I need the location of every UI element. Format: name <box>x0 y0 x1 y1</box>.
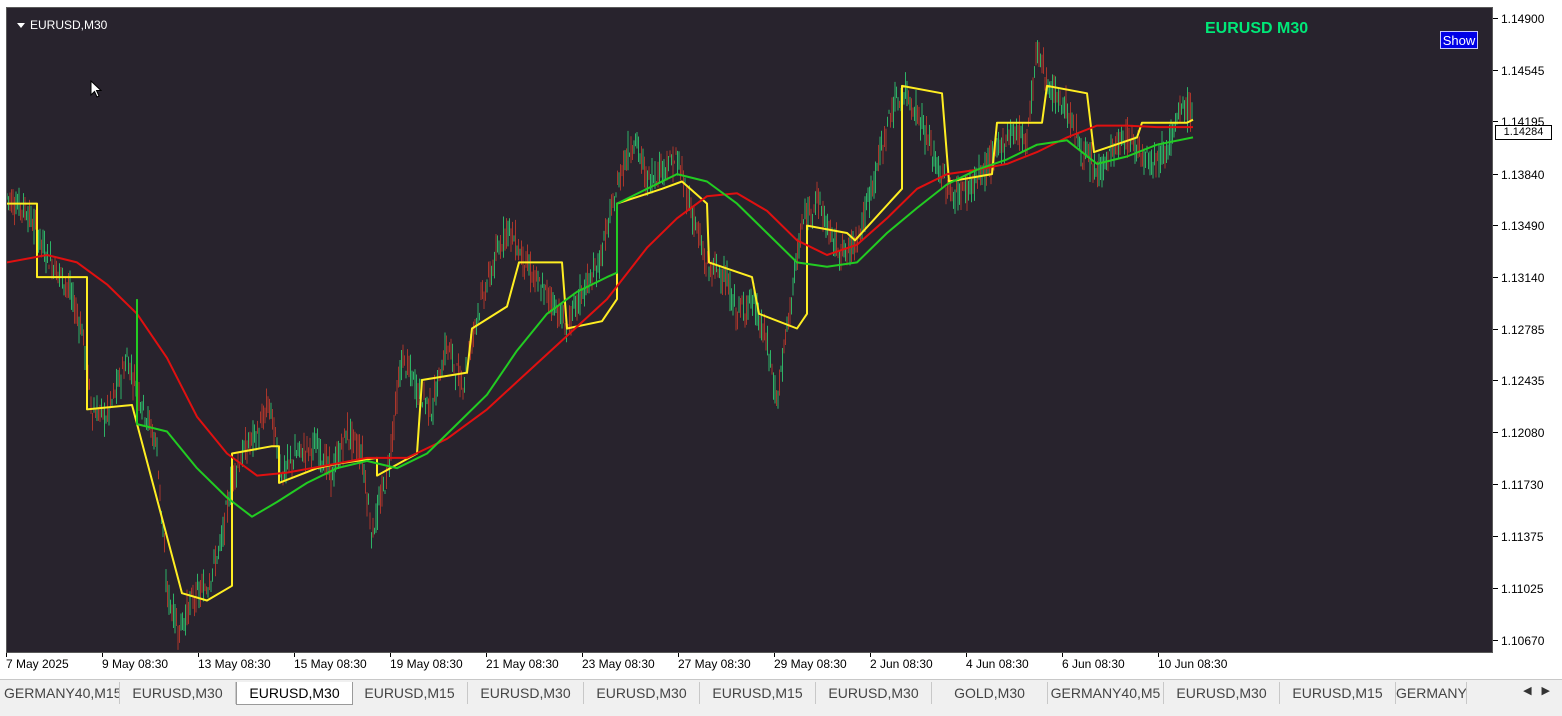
chart-tab[interactable]: EURUSD,M15 <box>352 682 468 704</box>
red-moving-average-line <box>7 124 1193 477</box>
price-chart[interactable] <box>7 8 1492 652</box>
time-tick-label: 29 May 08:30 <box>774 653 847 671</box>
chart-tab[interactable]: EURUSD,M30 <box>120 682 236 704</box>
candles <box>7 40 1193 650</box>
price-tick-label: 1.12080 <box>1492 426 1545 441</box>
time-tick-label: 6 Jun 08:30 <box>1062 653 1125 671</box>
chart-tab[interactable]: GERMANY40 <box>1396 682 1467 704</box>
chart-tab-bar: ◀ ▶ GERMANY40,M15 EURUSD,M30 EURUSD,M30 EURU… <box>0 679 1562 716</box>
green-moving-average-line <box>136 136 1194 518</box>
caret-down-icon[interactable] <box>17 23 25 29</box>
chart-tab[interactable]: EURUSD,M30 <box>468 682 584 704</box>
price-tick-label: 1.14545 <box>1492 63 1545 78</box>
chart-tab[interactable]: EURUSD,M15 <box>1280 682 1396 704</box>
price-tick-label: 1.14900 <box>1492 11 1545 26</box>
time-tick-label: 19 May 08:30 <box>390 653 463 671</box>
price-tick-label: 1.13490 <box>1492 219 1545 234</box>
chart-tab[interactable]: EURUSD,M30 <box>816 682 932 704</box>
price-tick-label: 1.12435 <box>1492 374 1545 389</box>
time-tick-label: 4 Jun 08:30 <box>966 653 1029 671</box>
time-tick-label: 23 May 08:30 <box>582 653 655 671</box>
mouse-cursor-icon <box>90 80 102 98</box>
symbol-watermark: EURUSD M30 <box>1205 20 1309 37</box>
chart-plot-area[interactable]: EURUSD,M30 EURUSD M30 Show <box>6 7 1493 653</box>
chart-tab[interactable]: EURUSD,M30 <box>236 682 353 705</box>
time-tick-label: 15 May 08:30 <box>294 653 367 671</box>
chart-tab[interactable]: EURUSD,M30 <box>584 682 700 704</box>
show-button[interactable]: Show <box>1440 31 1478 49</box>
tab-scroll-arrows[interactable]: ◀ ▶ <box>1513 684 1550 697</box>
price-tick-label: 1.11375 <box>1493 530 1544 545</box>
price-tick-label: 1.11730 <box>1493 477 1544 492</box>
time-tick-label: 2 Jun 08:30 <box>870 653 933 671</box>
step-indicator-line <box>7 84 1194 602</box>
price-tick-label: 1.13140 <box>1492 270 1545 285</box>
symbol-label[interactable]: EURUSD,M30 <box>17 18 107 32</box>
current-price-label: 1.14284 <box>1495 125 1552 140</box>
price-tick-label: 1.13840 <box>1492 167 1545 182</box>
time-tick-label: 10 Jun 08:30 <box>1158 653 1228 671</box>
time-tick-label: 21 May 08:30 <box>486 653 559 671</box>
time-tick-label: 13 May 08:30 <box>198 653 271 671</box>
chart-tab[interactable]: GOLD,M30 <box>932 682 1048 704</box>
price-tick-label: 1.11025 <box>1493 581 1544 596</box>
time-axis: 7 May 2025 9 May 08:30 13 May 08:30 15 May … <box>0 653 1493 677</box>
chart-tab[interactable]: GERMANY40,M5 <box>1048 682 1164 704</box>
symbol-text: EURUSD,M30 <box>30 18 108 32</box>
price-axis: 1.14900 1.14545 1.14195 1.13840 1.13490 1.131… <box>1492 7 1562 653</box>
time-tick-label: 7 May 2025 <box>6 653 69 671</box>
price-tick-label: 1.10670 <box>1492 633 1545 648</box>
price-tick-label: 1.12785 <box>1492 322 1545 337</box>
chart-tab[interactable]: EURUSD,M30 <box>1164 682 1280 704</box>
time-tick-label: 27 May 08:30 <box>678 653 751 671</box>
chart-tab[interactable]: EURUSD,M15 <box>700 682 816 704</box>
time-tick-label: 9 May 08:30 <box>102 653 169 671</box>
chart-tab[interactable]: GERMANY40,M15 <box>4 682 120 704</box>
arrow-left-icon[interactable]: ◀ <box>1523 685 1531 697</box>
chart-window[interactable]: EURUSD,M30 EURUSD M30 Show 1.14900 1.1454… <box>0 0 1562 679</box>
arrow-right-icon[interactable]: ▶ <box>1542 685 1550 697</box>
